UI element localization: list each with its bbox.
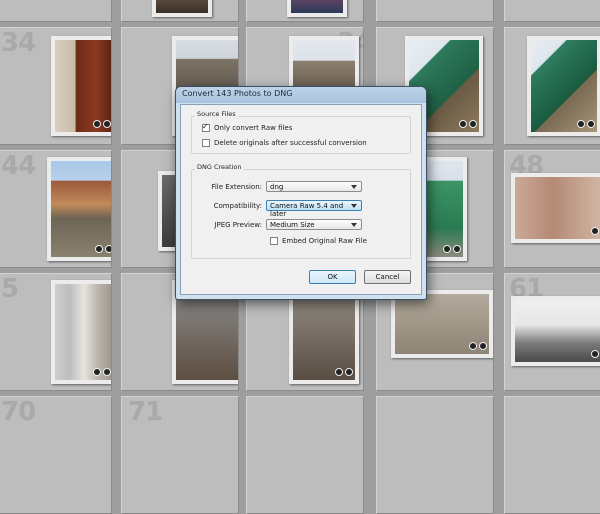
grid-cell[interactable]: 5 bbox=[0, 273, 112, 391]
photo-badge bbox=[335, 368, 353, 378]
file-extension-row: File Extension: dng bbox=[192, 181, 362, 192]
photo-thumbnail[interactable] bbox=[511, 296, 600, 366]
grid-cell[interactable] bbox=[504, 396, 600, 514]
grid-cell[interactable]: 71 bbox=[121, 396, 239, 514]
jpeg-preview-label: JPEG Preview: bbox=[214, 220, 262, 229]
only-raw-checkbox[interactable] bbox=[202, 122, 210, 132]
file-extension-select[interactable]: dng bbox=[266, 181, 362, 192]
cell-number: 70 bbox=[1, 397, 36, 427]
compatibility-label: Compatibility: bbox=[213, 201, 262, 210]
grid-cell[interactable]: 70 bbox=[0, 396, 112, 514]
file-extension-label: File Extension: bbox=[211, 182, 262, 191]
file-extension-value: dng bbox=[270, 183, 284, 191]
photo-thumbnail[interactable] bbox=[152, 0, 212, 17]
jpeg-preview-select[interactable]: Medium Size bbox=[266, 219, 362, 230]
cell-number: 44 bbox=[1, 151, 36, 181]
photo-thumbnail[interactable] bbox=[51, 280, 111, 384]
grid-cell[interactable]: 44 bbox=[0, 150, 112, 268]
source-files-heading: Source Files bbox=[195, 110, 238, 118]
grid-cell[interactable] bbox=[121, 0, 239, 22]
chevron-down-icon bbox=[351, 223, 357, 227]
grid-cell[interactable] bbox=[0, 0, 112, 22]
delete-originals-label: Delete originals after successful conver… bbox=[214, 139, 367, 147]
jpeg-preview-value: Medium Size bbox=[270, 221, 315, 229]
photo-badge bbox=[93, 368, 111, 378]
photo-thumbnail[interactable] bbox=[423, 157, 467, 261]
cell-number: 71 bbox=[128, 397, 163, 427]
photo-badge bbox=[469, 342, 487, 352]
grid-cell[interactable] bbox=[246, 396, 364, 514]
dialog-titlebar[interactable]: Convert 143 Photos to DNG bbox=[176, 87, 426, 103]
jpeg-preview-row: JPEG Preview: Medium Size bbox=[192, 219, 362, 230]
dng-creation-heading: DNG Creation bbox=[195, 163, 244, 171]
grid-cell[interactable] bbox=[504, 0, 600, 22]
photo-thumbnail[interactable] bbox=[51, 36, 111, 136]
cell-number: 34 bbox=[1, 28, 36, 58]
grid-cell[interactable] bbox=[376, 0, 494, 22]
photo-thumbnail[interactable] bbox=[511, 173, 600, 243]
photo-badge bbox=[93, 120, 111, 130]
only-raw-label: Only convert Raw files bbox=[214, 124, 293, 132]
photo-thumbnail[interactable] bbox=[527, 36, 600, 136]
compatibility-value: Camera Raw 5.4 and later bbox=[270, 202, 344, 218]
dialog-title: Convert 143 Photos to DNG bbox=[182, 89, 293, 98]
cancel-button[interactable]: Cancel bbox=[364, 270, 411, 284]
grid-cell[interactable] bbox=[246, 0, 364, 22]
grid-cell[interactable]: 61 bbox=[504, 273, 600, 391]
compatibility-row: Compatibility: Camera Raw 5.4 and later bbox=[192, 200, 362, 218]
photo-badge bbox=[591, 227, 600, 237]
photo-thumbnail[interactable] bbox=[287, 0, 347, 17]
source-files-group: Source Files Only convert Raw files Dele… bbox=[191, 110, 411, 154]
photo-badge bbox=[443, 245, 461, 255]
grid-cell[interactable]: 34 bbox=[0, 27, 112, 145]
delete-originals-checkbox[interactable] bbox=[202, 139, 210, 147]
chevron-down-icon bbox=[351, 185, 357, 189]
chevron-down-icon bbox=[351, 204, 357, 208]
photo-badge bbox=[577, 120, 595, 130]
grid-cell[interactable] bbox=[504, 27, 600, 145]
photo-thumbnail[interactable] bbox=[391, 290, 493, 358]
photo-badge bbox=[95, 245, 111, 255]
dialog-body: Source Files Only convert Raw files Dele… bbox=[180, 104, 422, 295]
embed-raw-option[interactable]: Embed Original Raw File bbox=[270, 237, 367, 245]
photo-badge bbox=[459, 120, 477, 130]
grid-cell[interactable]: 48 bbox=[504, 150, 600, 268]
photo-thumbnail[interactable] bbox=[47, 157, 111, 261]
embed-raw-label: Embed Original Raw File bbox=[282, 237, 367, 245]
photo-badge bbox=[591, 350, 600, 360]
grid-cell[interactable] bbox=[376, 396, 494, 514]
compatibility-select[interactable]: Camera Raw 5.4 and later bbox=[266, 200, 362, 218]
convert-dng-dialog: Convert 143 Photos to DNG Source Files O… bbox=[175, 86, 427, 300]
dng-creation-group: DNG Creation File Extension: dng Compati… bbox=[191, 163, 411, 259]
delete-originals-option[interactable]: Delete originals after successful conver… bbox=[202, 139, 367, 147]
ok-button[interactable]: OK bbox=[309, 270, 356, 284]
embed-raw-checkbox[interactable] bbox=[270, 237, 278, 245]
only-raw-option[interactable]: Only convert Raw files bbox=[202, 122, 293, 132]
cell-number: 5 bbox=[1, 274, 19, 304]
